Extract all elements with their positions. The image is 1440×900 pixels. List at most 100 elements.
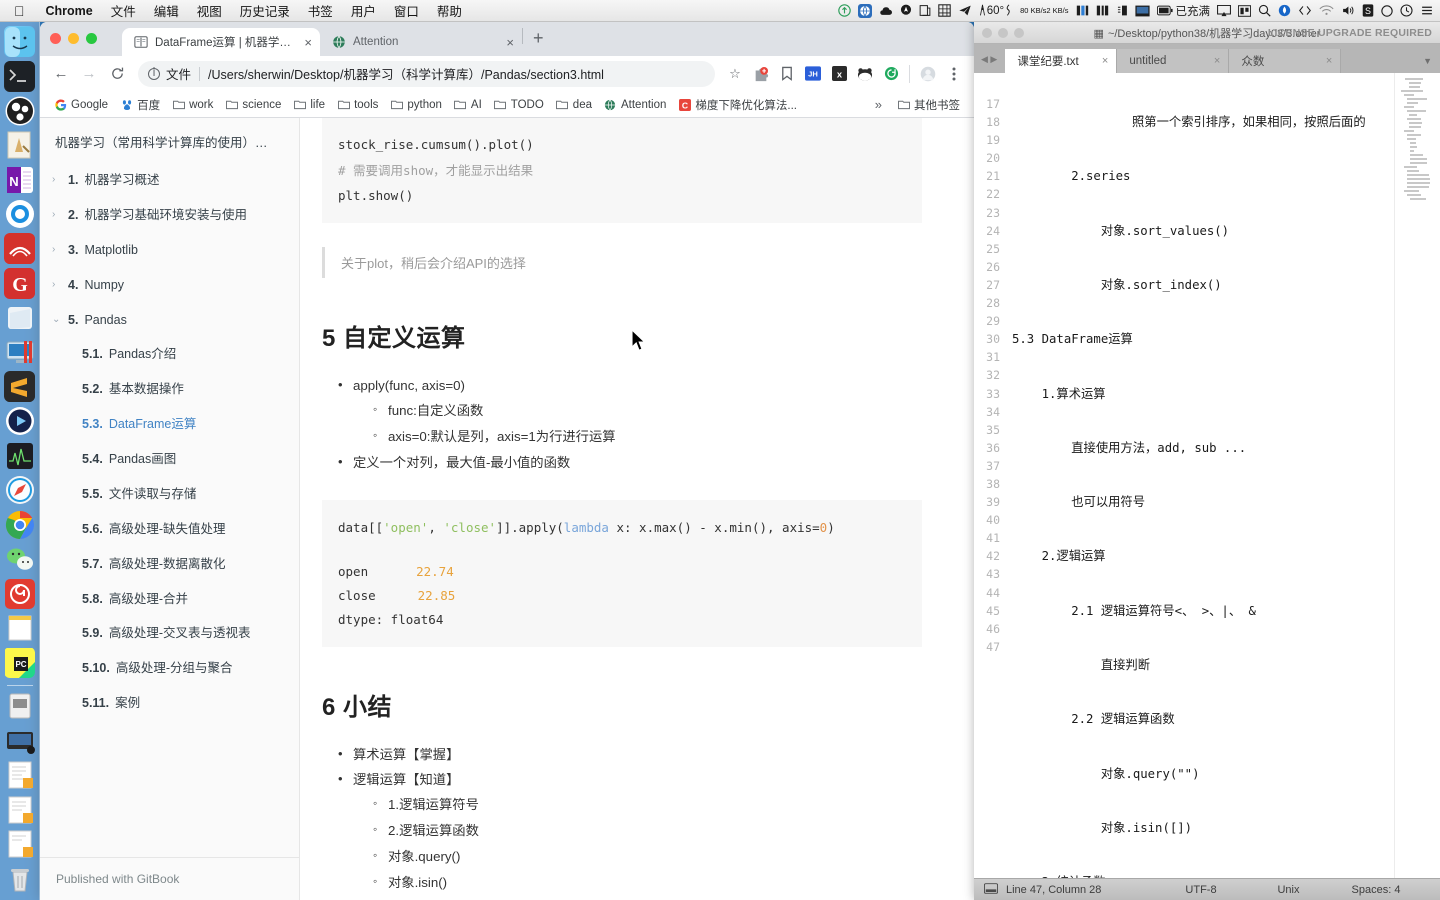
editor-tab-untitled[interactable]: untitled × [1117, 49, 1230, 73]
dock-item-activity-monitor[interactable] [4, 440, 35, 471]
dock-item-printer[interactable] [4, 691, 35, 722]
dock-item-wechat[interactable] [4, 544, 35, 575]
tab-nav-arrows[interactable]: ◀ ▶ [974, 54, 1005, 73]
airplay-icon[interactable] [1217, 4, 1231, 17]
globe-icon[interactable] [857, 3, 872, 18]
s-logo-icon[interactable]: S [1362, 4, 1374, 17]
location-pin-icon[interactable] [900, 4, 912, 17]
toc-item-5-1[interactable]: 5.1. Pandas介绍 [40, 337, 299, 372]
extension-puzzle-icon[interactable] [749, 62, 773, 86]
g-sync-icon[interactable] [879, 62, 903, 86]
dock-item-doc-file-3[interactable] [4, 829, 35, 860]
browser-tab-attention[interactable]: Attention × [320, 28, 522, 56]
bookmarks-overflow-button[interactable]: » [867, 97, 890, 112]
display-icon[interactable] [1134, 5, 1150, 17]
chevron-right-icon[interactable]: › [52, 172, 62, 187]
toc-item-5-11[interactable]: 5.11. 案例 [40, 686, 299, 721]
menubar-item-history[interactable]: 历史记录 [231, 1, 299, 20]
menu-list-icon[interactable] [1420, 4, 1434, 17]
close-icon[interactable]: × [300, 36, 312, 49]
dock-item-trash[interactable] [4, 863, 35, 894]
dock-item-netease-music[interactable] [4, 578, 35, 609]
editor-tab-classnotes[interactable]: 课堂纪要.txt × [1005, 49, 1118, 73]
dock-item-onenote[interactable]: N [4, 164, 35, 195]
up-arrow-circle-icon[interactable] [837, 4, 851, 17]
bookmark-gradient-descent[interactable]: C 梯度下降优化算法... [673, 94, 802, 116]
clock-icon[interactable] [1400, 4, 1413, 17]
gitbook-footer[interactable]: Published with GitBook [40, 857, 299, 900]
wifi-icon[interactable] [1319, 5, 1334, 16]
network-speed-indicator[interactable]: 80 KB/s 2 KB/s [1020, 6, 1068, 15]
toc-item-5-10[interactable]: 5.10. 高级处理-分组与聚合 [40, 651, 299, 686]
scissors-icon[interactable] [1096, 4, 1109, 17]
toc-item-5-3[interactable]: 5.3. DataFrame运算 [40, 407, 299, 442]
panda-extension-icon[interactable] [853, 62, 877, 86]
droplet-icon[interactable] [1278, 4, 1291, 17]
menubar-item-view[interactable]: 视图 [188, 1, 231, 20]
dock-item-doc-file-1[interactable] [4, 760, 35, 791]
cursor-position-label[interactable]: Line 47, Column 28 [1006, 884, 1156, 896]
chevron-right-icon[interactable]: › [52, 242, 62, 257]
bookmark-todo[interactable]: TODO [489, 95, 549, 114]
close-icon[interactable]: × [1088, 55, 1108, 67]
address-bar[interactable]: i 文件 /Users/sherwin/Desktop/机器学习（科学计算库）/… [138, 60, 715, 87]
bookmark-science[interactable]: science [220, 95, 286, 114]
toc-item-5[interactable]: ⌄ 5. Pandas [40, 303, 299, 338]
speaker-icon[interactable] [1341, 4, 1355, 17]
chevron-right-icon[interactable]: › [52, 207, 62, 222]
menubar-item-bookmarks[interactable]: 书签 [299, 1, 342, 20]
dock-item-remote-desktop[interactable] [4, 337, 35, 368]
apple-logo-icon[interactable]:  [0, 4, 37, 18]
bookmark-dea[interactable]: dea [551, 95, 597, 114]
x-extension-icon[interactable]: x [827, 62, 851, 86]
bookmark-life[interactable]: life [288, 95, 330, 114]
dock-item-preview[interactable] [4, 130, 35, 161]
new-tab-button[interactable]: + [523, 29, 554, 50]
search-icon[interactable] [1258, 4, 1271, 17]
dock-item-youdao[interactable]: G [4, 267, 35, 299]
dock-item-finder[interactable] [4, 26, 35, 57]
menubar-item-help[interactable]: 帮助 [428, 1, 471, 20]
grid-icon[interactable] [938, 4, 951, 17]
back-button[interactable]: ← [48, 61, 74, 87]
encoding-label[interactable]: UTF-8 [1156, 884, 1246, 896]
reading-list-icon[interactable] [775, 62, 799, 86]
bookmark-baidu[interactable]: 百度 [115, 94, 165, 116]
tab-overflow-icon[interactable]: ▼ [1423, 56, 1440, 73]
compass-icon[interactable]: 60° [979, 4, 1013, 17]
menubar-item-chrome[interactable]: Chrome [37, 4, 102, 18]
dock-item-sublime-text[interactable] [4, 371, 35, 402]
toc-item-5-5[interactable]: 5.5. 文件读取与存储 [40, 477, 299, 512]
editor-minimap[interactable] [1394, 73, 1440, 878]
more-vert-icon[interactable] [942, 62, 966, 86]
toc-item-5-2[interactable]: 5.2. 基本数据操作 [40, 372, 299, 407]
menubar-item-profiles[interactable]: 用户 [342, 1, 385, 20]
bookmark-ai[interactable]: AI [449, 95, 487, 114]
maximize-window-button[interactable] [86, 33, 97, 44]
toc-item-5-4[interactable]: 5.4. Pandas画图 [40, 442, 299, 477]
cloud-icon[interactable] [879, 5, 893, 17]
bookmark-google[interactable]: Google [49, 95, 113, 114]
dock-item-cortana[interactable] [4, 199, 35, 230]
toc-item-5-7[interactable]: 5.7. 高级处理-数据离散化 [40, 547, 299, 582]
toc-item-4[interactable]: › 4. Numpy [40, 268, 299, 303]
toc-item-5-9[interactable]: 5.9. 高级处理-交叉表与透视表 [40, 616, 299, 651]
reload-button[interactable] [104, 61, 130, 87]
minimize-window-button[interactable] [68, 33, 79, 44]
info-icon[interactable]: i [148, 67, 160, 80]
dock-item-quicktime[interactable] [4, 406, 35, 437]
toc-item-5-6[interactable]: 5.6. 高级处理-缺失值处理 [40, 512, 299, 547]
profile-avatar-icon[interactable] [916, 62, 940, 86]
chevron-down-icon[interactable]: ⌄ [52, 312, 62, 327]
bookmark-tools[interactable]: tools [332, 95, 383, 114]
book-title[interactable]: 机器学习（常用科学计算库的使用）… [40, 118, 299, 163]
toc-item-3[interactable]: › 3. Matplotlib [40, 233, 299, 268]
bar-chart-icon[interactable] [1076, 4, 1089, 17]
dock-item-terminal[interactable] [4, 60, 35, 92]
bookmark-python[interactable]: python [385, 95, 447, 114]
dock-item-thunder[interactable] [4, 233, 35, 264]
bookmark-star-icon[interactable]: ☆ [723, 62, 747, 86]
bookmark-attention[interactable]: Attention [599, 95, 671, 114]
forward-button[interactable]: → [76, 61, 102, 87]
chevron-right-icon[interactable]: › [52, 277, 62, 292]
